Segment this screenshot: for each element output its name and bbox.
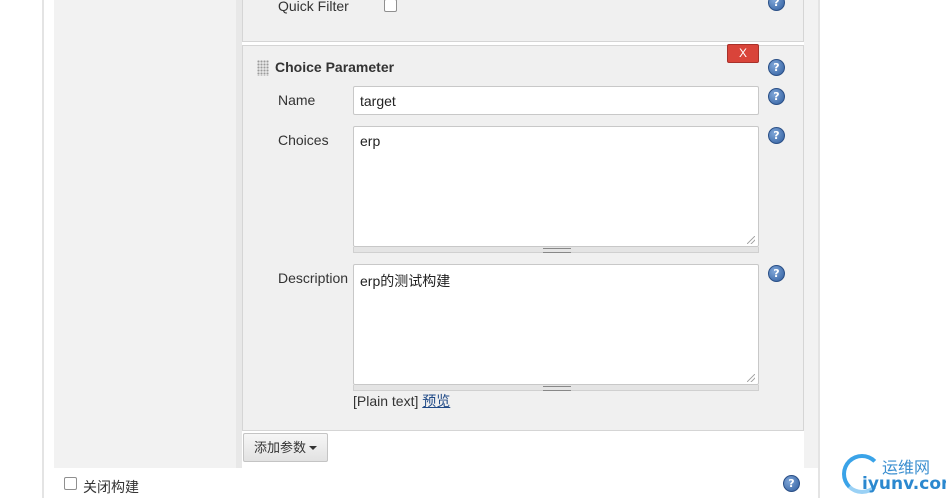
choices-field: erp: [353, 126, 759, 253]
site-watermark: 运维网 iyunv.com: [842, 452, 946, 498]
disable-build-checkbox[interactable]: [64, 477, 77, 490]
outer-right-border: [818, 0, 820, 498]
disable-build-label: 关闭构建: [83, 479, 139, 495]
description-field: erp的测试构建: [353, 264, 759, 391]
watermark-en-text: iyunv.com: [862, 474, 946, 494]
choices-resize-handle[interactable]: [353, 247, 759, 253]
chevron-down-icon: [309, 446, 317, 450]
choice-parameter-block: Choice Parameter X ? Name ? Choices erp …: [242, 44, 804, 431]
right-gutter: [804, 0, 818, 468]
parameter-help-icon[interactable]: ?: [768, 59, 785, 76]
preview-link[interactable]: 预览: [422, 393, 450, 409]
description-help-icon[interactable]: ?: [768, 265, 785, 282]
outer-left-border: [42, 0, 44, 498]
name-help-icon[interactable]: ?: [768, 88, 785, 105]
description-resize-grip-icon[interactable]: [747, 374, 755, 382]
choices-label: Choices: [278, 132, 329, 148]
disable-build-help-icon[interactable]: ?: [783, 475, 800, 492]
choices-help-icon[interactable]: ?: [768, 127, 785, 144]
previous-parameter-block: Quick Filter ?: [242, 0, 804, 42]
choices-resize-grip-icon[interactable]: [747, 236, 755, 244]
name-label: Name: [278, 92, 316, 108]
add-parameter-button[interactable]: 添加参数: [243, 433, 328, 462]
name-input[interactable]: [353, 86, 759, 115]
parameter-title: Choice Parameter: [275, 59, 395, 75]
add-parameter-label: 添加参数: [254, 440, 307, 455]
choices-textarea[interactable]: erp: [353, 126, 759, 247]
drag-handle-icon[interactable]: [257, 60, 269, 76]
description-label: Description: [278, 270, 349, 286]
quick-filter-checkbox[interactable]: [384, 0, 397, 12]
quick-filter-help-icon[interactable]: ?: [768, 0, 785, 11]
description-textarea[interactable]: erp的测试构建: [353, 264, 759, 385]
delete-parameter-button[interactable]: X: [727, 44, 759, 63]
markup-format-note: [Plain text] 预览: [353, 391, 450, 411]
left-gutter: [54, 0, 242, 468]
plain-text-label: [Plain text]: [353, 393, 419, 409]
quick-filter-label: Quick Filter: [278, 0, 349, 14]
